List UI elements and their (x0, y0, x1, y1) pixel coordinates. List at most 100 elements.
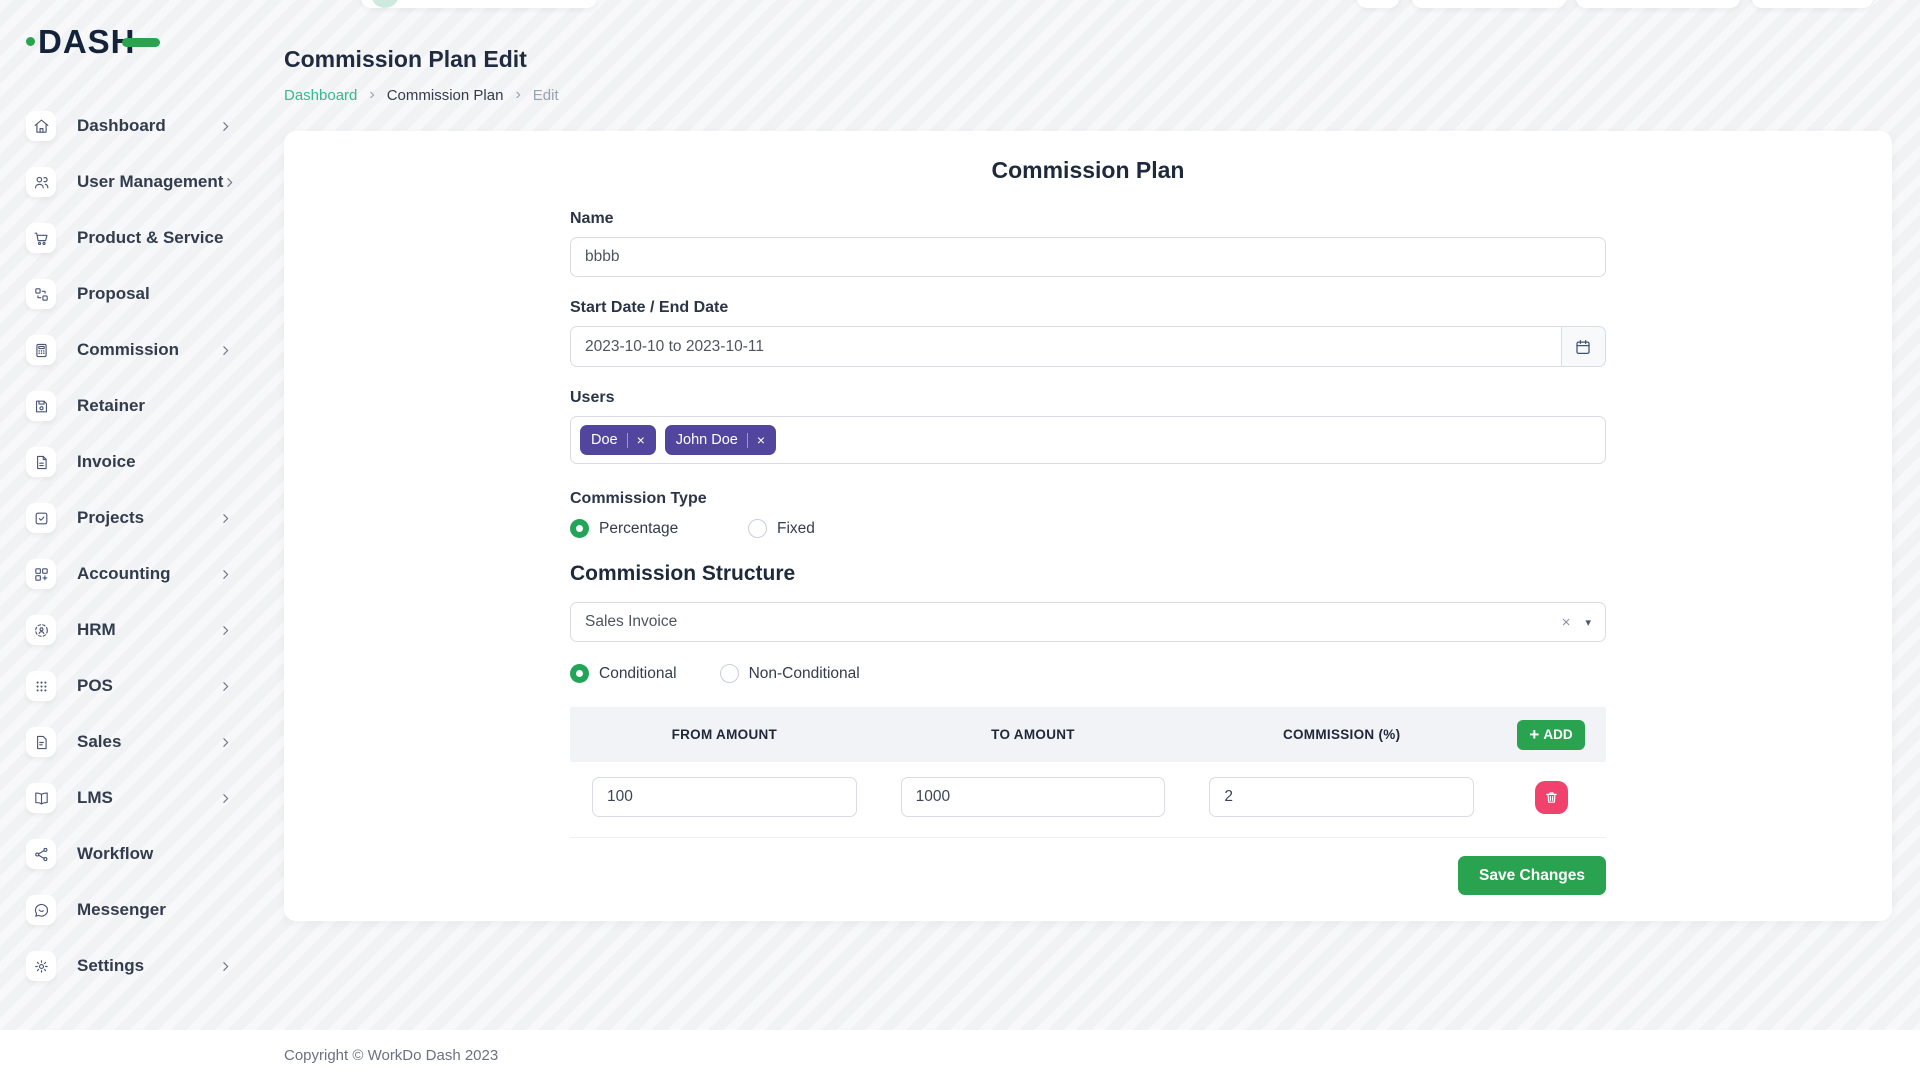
name-input[interactable] (570, 237, 1606, 277)
sidebar-item-user-management[interactable]: User Management (26, 154, 232, 210)
sidebar-item-label: Projects (77, 508, 144, 528)
user-tag: John Doe × (665, 425, 776, 455)
column-header-commission: Commission (%) (1187, 727, 1496, 742)
sidebar-item-projects[interactable]: Projects (26, 490, 232, 546)
structure-select-value: Sales Invoice (585, 613, 677, 631)
sidebar: DASH Dashboard User Management Product &… (0, 0, 258, 994)
dash-logo[interactable]: DASH (26, 20, 232, 62)
structure-select[interactable]: Sales Invoice × ▾ (570, 602, 1606, 642)
workflow-squares-icon (26, 279, 56, 309)
users-multiselect[interactable]: Doe × John Doe × (570, 416, 1606, 464)
clear-selection-icon[interactable]: × (1562, 614, 1571, 631)
radio-unselected-icon (720, 664, 739, 683)
chevron-right-icon (219, 792, 232, 805)
user-tag-label: Doe (591, 432, 618, 448)
sidebar-item-label: Messenger (77, 900, 166, 920)
radio-selected-icon (570, 664, 589, 683)
sidebar-item-label: Workflow (77, 844, 153, 864)
chevron-right-icon (219, 120, 232, 133)
footer: Copyright © WorkDo Dash 2023 (0, 1030, 1920, 1080)
tag-divider (627, 433, 628, 448)
breadcrumb-edit: Edit (533, 87, 559, 104)
sidebar-item-messenger[interactable]: Messenger (26, 882, 232, 938)
sidebar-item-settings[interactable]: Settings (26, 938, 232, 994)
sidebar-item-lms[interactable]: LMS (26, 770, 232, 826)
date-range-label: Start Date / End Date (570, 299, 1606, 317)
calendar-icon (1574, 338, 1592, 356)
sidebar-item-label: Product & Service (77, 228, 223, 248)
sidebar-item-pos[interactable]: POS (26, 658, 232, 714)
radio-label: Conditional (599, 665, 677, 683)
calculator-icon (26, 335, 56, 365)
dots-grid-icon (26, 671, 56, 701)
column-header-from-amount: From Amount (570, 727, 879, 742)
tag-divider (747, 433, 748, 448)
sidebar-item-label: Sales (77, 732, 121, 752)
breadcrumb-separator: › (515, 86, 520, 104)
breadcrumb-commission-plan: Commission Plan (387, 87, 504, 104)
add-row-button[interactable]: + ADD (1517, 720, 1584, 750)
sidebar-item-accounting[interactable]: Accounting (26, 546, 232, 602)
sidebar-item-invoice[interactable]: Invoice (26, 434, 232, 490)
radio-conditional[interactable]: Conditional (570, 664, 677, 683)
sidebar-item-label: User Management (77, 172, 223, 192)
commission-percent-input[interactable] (1209, 777, 1474, 817)
to-amount-input[interactable] (901, 777, 1166, 817)
radio-label: Non-Conditional (749, 665, 860, 683)
logo-text: DASH (38, 25, 136, 58)
radio-label: Fixed (777, 520, 815, 538)
sidebar-item-label: Dashboard (77, 116, 166, 136)
chevron-right-icon (219, 960, 232, 973)
user-scan-icon (26, 615, 56, 645)
sidebar-item-label: Settings (77, 956, 144, 976)
chevron-right-icon (219, 344, 232, 357)
calendar-button[interactable] (1562, 326, 1606, 367)
commission-structure-heading: Commission Structure (570, 562, 1606, 586)
chevron-right-icon (223, 176, 236, 189)
squares-plus-icon (26, 559, 56, 589)
column-header-to-amount: To Amount (879, 727, 1188, 742)
sidebar-item-label: LMS (77, 788, 113, 808)
add-button-label: ADD (1543, 727, 1572, 742)
sidebar-item-label: HRM (77, 620, 116, 640)
delete-row-button[interactable] (1535, 781, 1568, 814)
sidebar-item-commission[interactable]: Commission (26, 322, 232, 378)
save-changes-button[interactable]: Save Changes (1458, 856, 1606, 895)
users-label: Users (570, 389, 1606, 407)
share-icon (26, 839, 56, 869)
remove-tag-icon[interactable]: × (757, 433, 765, 447)
chat-icon (26, 895, 56, 925)
radio-unselected-icon (748, 519, 767, 538)
home-icon (26, 111, 56, 141)
name-label: Name (570, 210, 1606, 228)
radio-percentage[interactable]: Percentage (570, 519, 748, 538)
sidebar-item-retainer[interactable]: Retainer (26, 378, 232, 434)
commission-type-label: Commission Type (570, 490, 1606, 508)
radio-non-conditional[interactable]: Non-Conditional (720, 664, 860, 683)
trash-icon (1544, 790, 1559, 805)
chevron-right-icon (219, 624, 232, 637)
sidebar-item-hrm[interactable]: HRM (26, 602, 232, 658)
sidebar-item-product-service[interactable]: Product & Service (26, 210, 232, 266)
radio-label: Percentage (599, 520, 678, 538)
remove-tag-icon[interactable]: × (637, 433, 645, 447)
sidebar-item-workflow[interactable]: Workflow (26, 826, 232, 882)
document-icon (26, 447, 56, 477)
sidebar-item-label: Invoice (77, 452, 136, 472)
sidebar-item-label: Retainer (77, 396, 145, 416)
sidebar-item-sales[interactable]: Sales (26, 714, 232, 770)
commission-rate-table: From Amount To Amount Commission (%) + A… (570, 707, 1606, 838)
table-header-row: From Amount To Amount Commission (%) + A… (570, 707, 1606, 762)
radio-fixed[interactable]: Fixed (748, 519, 815, 538)
chevron-right-icon (219, 736, 232, 749)
breadcrumb-dashboard-link[interactable]: Dashboard (284, 87, 357, 104)
date-range-input[interactable] (570, 326, 1562, 367)
logo-dash-bar (122, 38, 160, 47)
sidebar-item-proposal[interactable]: Proposal (26, 266, 232, 322)
sidebar-item-dashboard[interactable]: Dashboard (26, 98, 232, 154)
chevron-right-icon (219, 568, 232, 581)
breadcrumb: Dashboard › Commission Plan › Edit (284, 86, 1892, 104)
users-icon (26, 167, 56, 197)
from-amount-input[interactable] (592, 777, 857, 817)
page-title: Commission Plan Edit (284, 46, 1892, 73)
